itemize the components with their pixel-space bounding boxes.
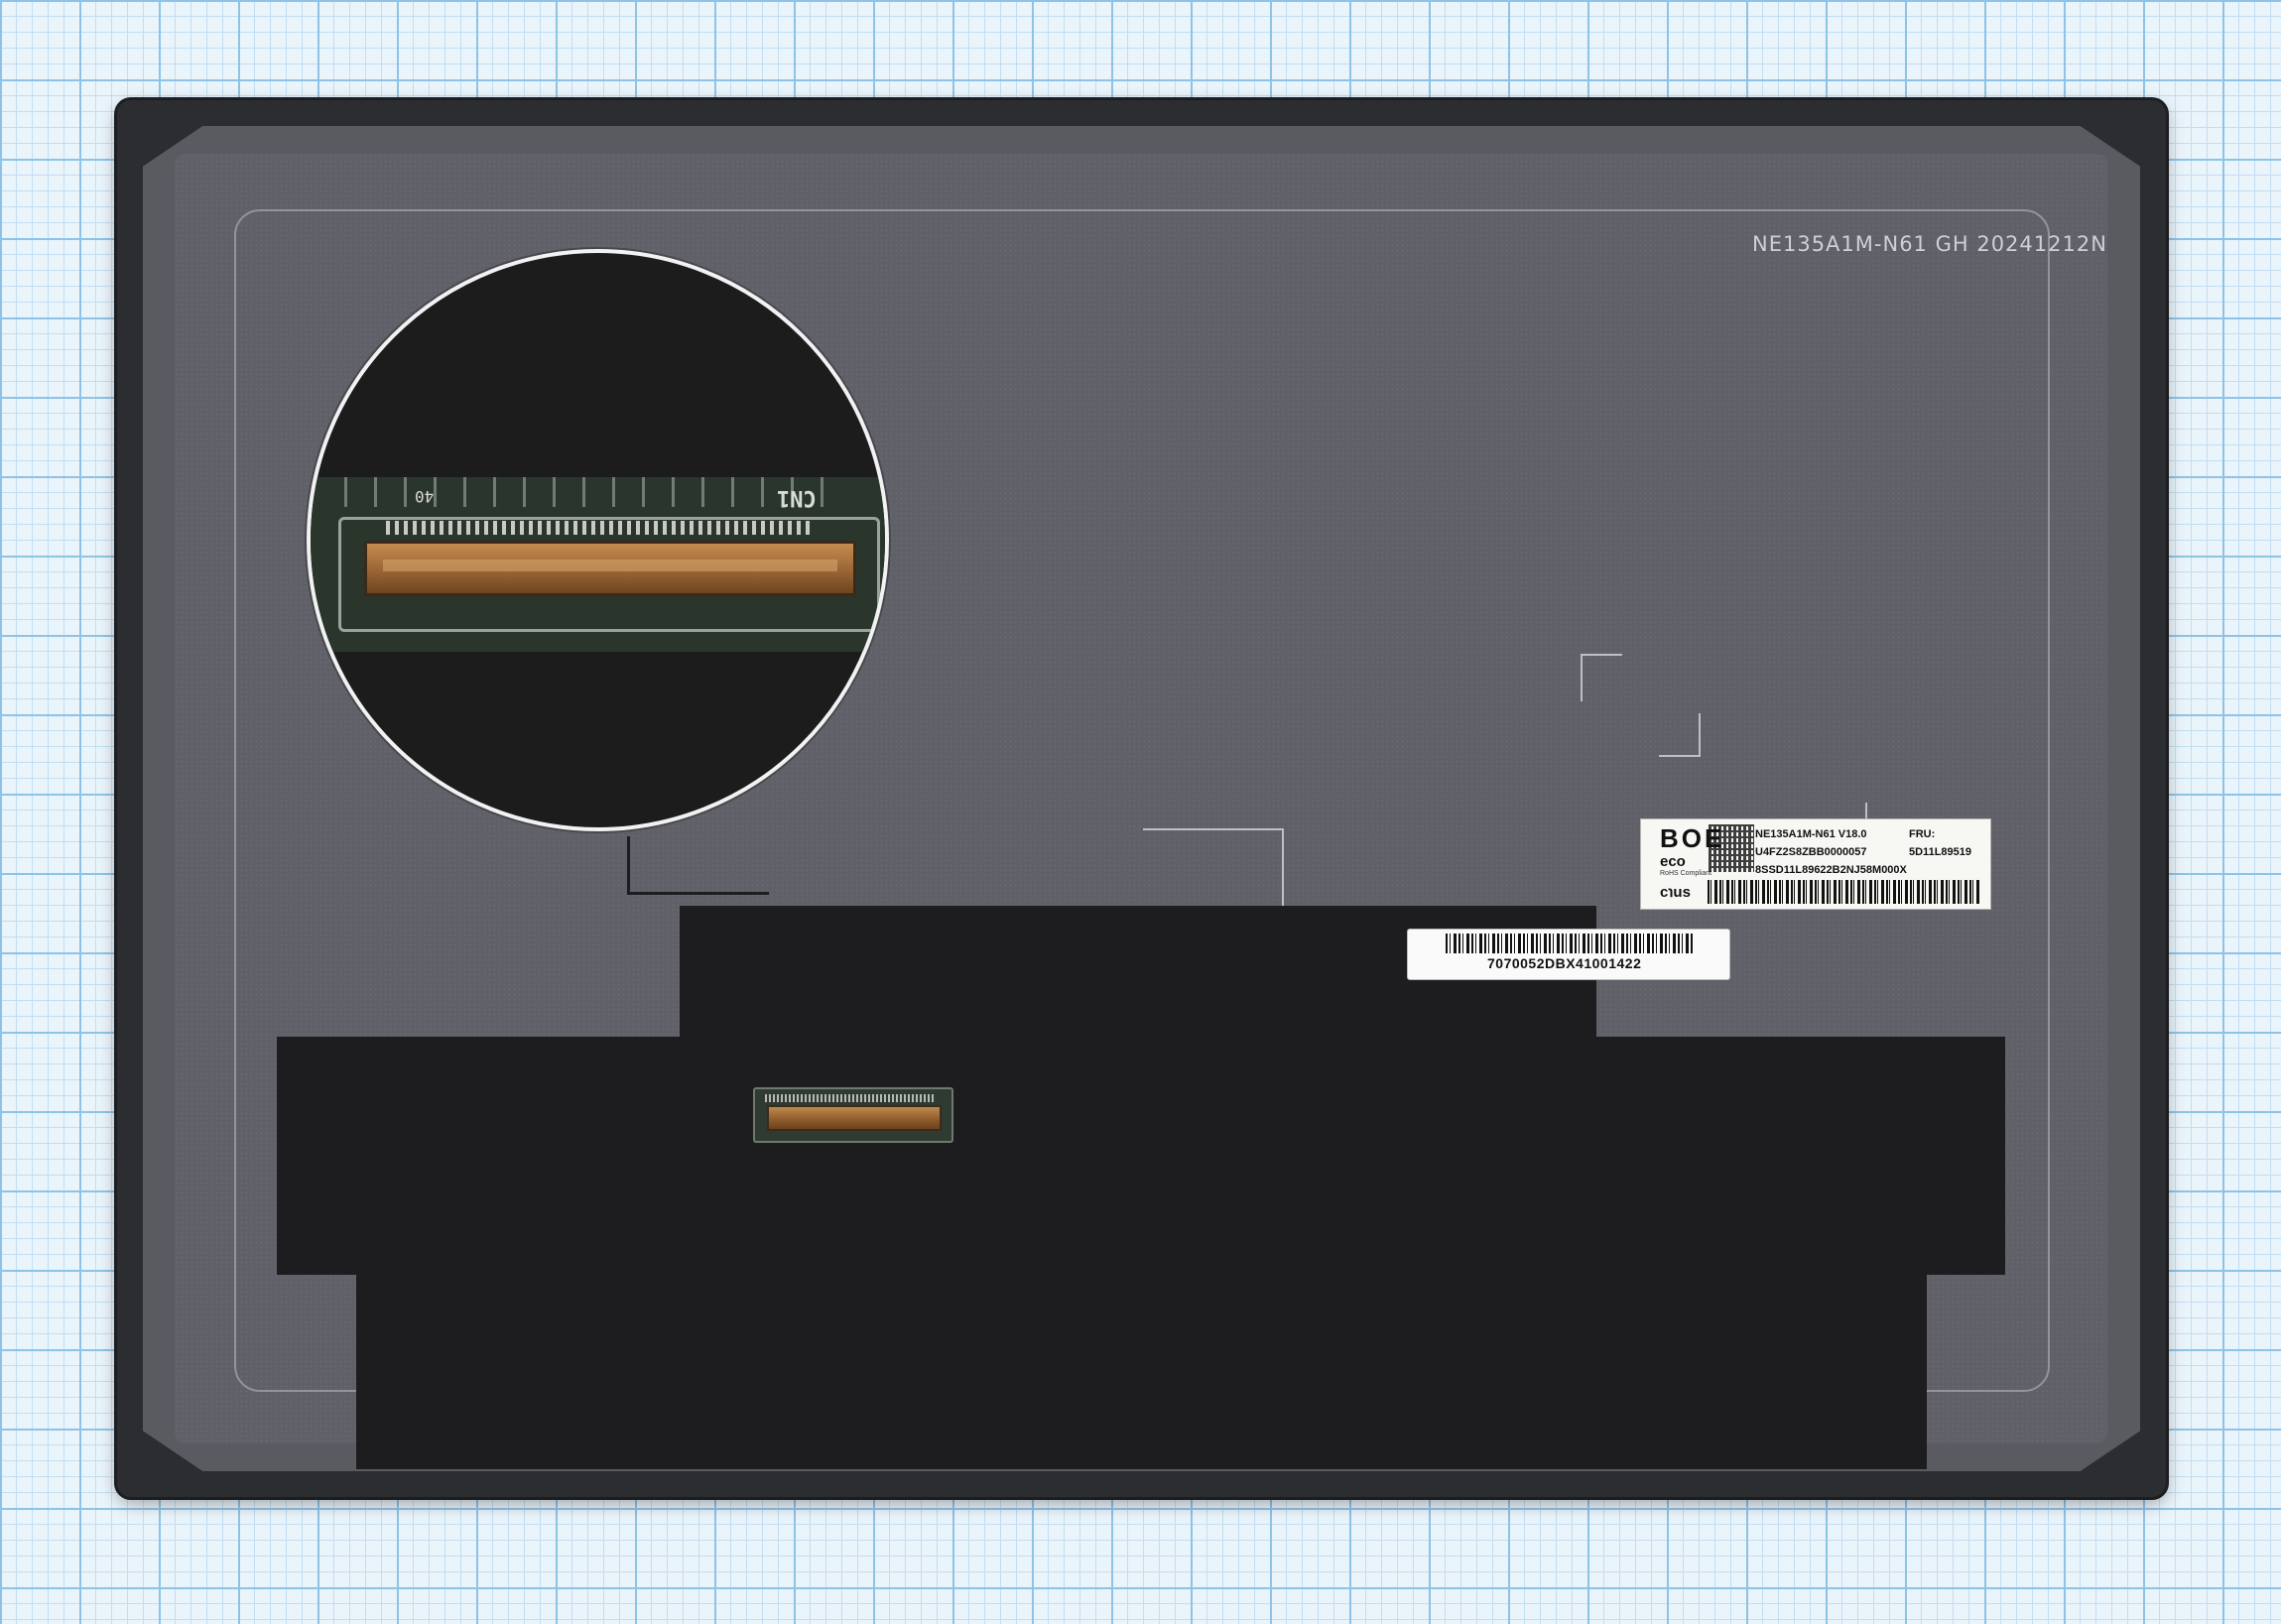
connector-body — [767, 1105, 942, 1131]
eco-icon: eco — [1660, 853, 1686, 870]
model-stamp: NE135A1M-N61 GH 20241212N — [1752, 232, 2107, 256]
corner-mark — [1581, 654, 1622, 701]
sticker-code: 7070052DBX41001422 — [1487, 955, 1642, 971]
edp-connector — [753, 1087, 953, 1143]
barcode-sticker: 7070052DBX41001422 — [1407, 929, 1730, 980]
label-serial-line: U4FZ2S8ZBB0000057 — [1755, 846, 1867, 858]
label-fru-heading: FRU: — [1909, 828, 1936, 840]
placement-mark — [627, 836, 769, 895]
connector-label: CN1 — [777, 485, 817, 510]
connector-pins — [765, 1094, 934, 1102]
pin-label: 40 — [415, 487, 435, 506]
corner-mark — [1659, 713, 1701, 757]
connector-zoom-inset: CN1 40 — [307, 249, 889, 831]
rohs-text: RoHS Compliant — [1660, 870, 1712, 877]
black-tape-bottom — [356, 1271, 1927, 1469]
label-fru-number: 5D11L89519 — [1909, 846, 1971, 858]
lcd-panel-frame: NE135A1M-N61 GH 20241212N BOE eco RoHS C… — [117, 100, 2166, 1497]
ul-icon: c℩us — [1660, 884, 1691, 901]
label-part-line: 8SSD11L89622B2NJ58M000X — [1755, 864, 1907, 876]
zoom-connector-body — [364, 541, 856, 596]
sticker-barcode — [1446, 934, 1694, 953]
label-model-line: NE135A1M-N61 V18.0 — [1755, 828, 1867, 840]
product-label: BOE eco RoHS Compliant c℩us NE135A1M-N61… — [1640, 818, 1991, 910]
zoom-pins — [386, 521, 815, 535]
black-tape-main — [277, 1037, 2005, 1275]
datamatrix-code — [1709, 824, 1754, 872]
label-barcode — [1708, 880, 1979, 904]
